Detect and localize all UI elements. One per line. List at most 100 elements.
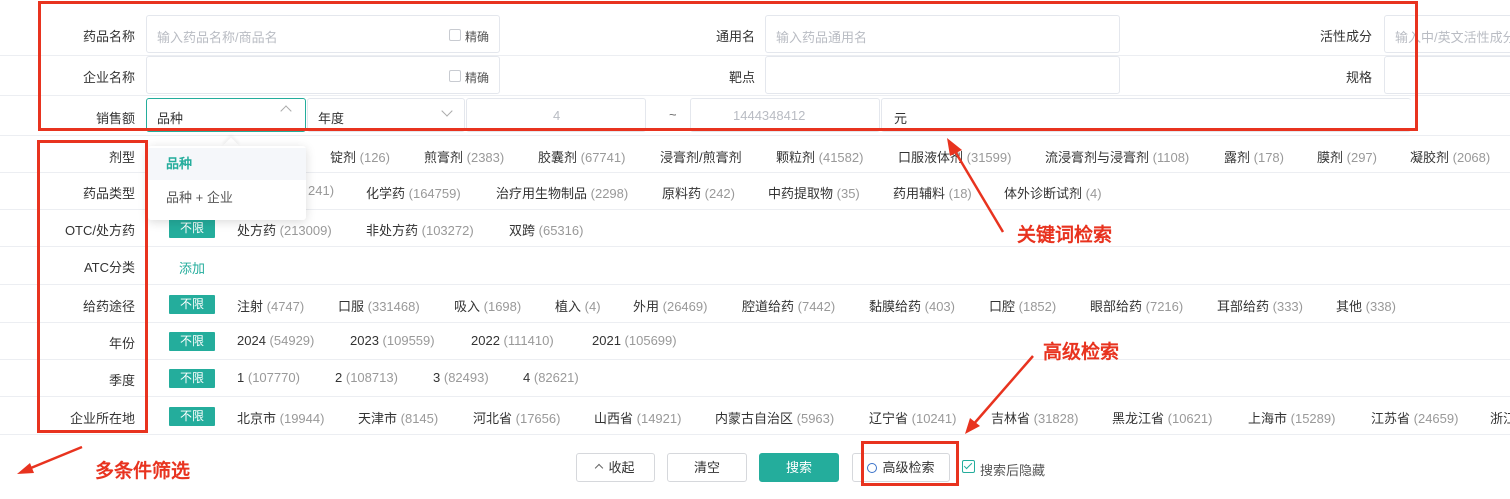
drug-type-option[interactable]: 化学药 (164759): [366, 183, 461, 202]
annotation-advanced-search: 高级检索: [1043, 342, 1120, 363]
spec-input[interactable]: [1384, 56, 1510, 94]
dosage-form-option[interactable]: 口服液体剂 (31599): [898, 147, 1011, 166]
location-option[interactable]: 天津市 (8145): [358, 408, 438, 427]
generic-name-input[interactable]: 输入药品通用名: [765, 15, 1120, 53]
drug-name-placeholder: 输入药品名称/商品名: [157, 30, 278, 45]
keyword-row-2: 企业名称 精确 靶点 规格: [0, 56, 1510, 96]
annotation-keyword-search: 关键词检索: [1017, 225, 1113, 246]
target-label: 靶点: [728, 70, 755, 85]
dosage-form-option[interactable]: 露剂 (178): [1224, 147, 1284, 166]
sales-max-value: 1444348412: [733, 108, 806, 123]
location-option[interactable]: 山西省 (14921): [594, 408, 681, 427]
clear-button[interactable]: 清空: [667, 453, 747, 482]
dosage-form-option[interactable]: 流浸膏剂与浸膏剂 (1108): [1045, 147, 1189, 166]
dosage-form-option[interactable]: 煎膏剂 (2383): [424, 147, 504, 166]
sales-year-select[interactable]: 年度: [307, 98, 465, 132]
company-name-exact-checkbox[interactable]: [449, 70, 461, 82]
unit-box: 元: [881, 98, 1411, 132]
arrow-filter-head: [17, 463, 34, 474]
drug-type-option[interactable]: 体外诊断试剂 (4): [1004, 183, 1102, 202]
chevron-up-icon: [280, 105, 292, 117]
chevron-down-icon: [441, 105, 453, 117]
route-option[interactable]: 其他 (338): [1336, 296, 1396, 315]
route-option[interactable]: 口腔 (1852): [989, 296, 1056, 315]
sales-type-value: 品种: [157, 111, 184, 126]
atc-add-link[interactable]: 添加: [179, 258, 205, 277]
route-option[interactable]: 口服 (331468): [338, 296, 420, 315]
route-option[interactable]: 外用 (26469): [633, 296, 707, 315]
quarter-option[interactable]: 2 (108713): [335, 370, 398, 385]
dosage-form-option[interactable]: 胶囊剂 (67741): [538, 147, 625, 166]
dropdown-item-variety-company[interactable]: 品种 + 企业: [148, 182, 306, 214]
otc-label: OTC/处方药: [64, 223, 135, 238]
quarter-option[interactable]: 4 (82621): [523, 370, 579, 385]
otc-option[interactable]: 双跨 (65316): [509, 220, 583, 239]
otc-option[interactable]: 处方药 (213009): [237, 220, 332, 239]
location-option[interactable]: 江苏省 (24659): [1371, 408, 1458, 427]
location-option[interactable]: 浙江: [1490, 408, 1510, 427]
quarter-option[interactable]: 1 (107770): [237, 370, 300, 385]
drug-type-option[interactable]: 治疗用生物制品 (2298): [496, 183, 628, 202]
dosage-form-option[interactable]: 膜剂 (297): [1317, 147, 1377, 166]
target-input[interactable]: [765, 56, 1120, 94]
route-all-tag[interactable]: 不限: [169, 295, 215, 314]
location-option[interactable]: 黑龙江省 (10621): [1112, 408, 1212, 427]
route-label: 给药途径: [82, 299, 135, 314]
dosage-form-option[interactable]: 锭剂 (126): [330, 147, 390, 166]
dropdown-item-variety[interactable]: 品种: [148, 148, 306, 180]
quarter-label: 季度: [108, 373, 135, 388]
spec-label: 规格: [1345, 70, 1372, 85]
drug-type-option[interactable]: 药用辅料 (18): [893, 183, 972, 202]
atc-label: ATC分类: [83, 260, 135, 275]
hide-after-search-checkbox[interactable]: [962, 460, 975, 473]
generic-name-placeholder: 输入药品通用名: [776, 30, 868, 45]
advanced-search-button[interactable]: 高级检索: [852, 453, 950, 482]
dosage-form-option[interactable]: 浸膏剂/煎膏剂: [660, 147, 742, 166]
year-all-tag[interactable]: 不限: [169, 332, 215, 351]
location-option[interactable]: 辽宁省 (10241): [869, 408, 956, 427]
year-option[interactable]: 2024 (54929): [237, 333, 314, 348]
location-option[interactable]: 北京市 (19944): [237, 408, 324, 427]
sales-type-select[interactable]: 品种: [146, 98, 306, 132]
active-ingredient-input[interactable]: 输入中/英文活性成分: [1384, 15, 1510, 53]
dosage-form-option[interactable]: 凝胶剂 (2068): [1410, 147, 1490, 166]
otc-option[interactable]: 非处方药 (103272): [366, 220, 474, 239]
route-option[interactable]: 植入 (4): [555, 296, 601, 315]
route-option[interactable]: 耳部给药 (333): [1217, 296, 1303, 315]
year-option[interactable]: 2022 (111410): [471, 333, 554, 348]
year-option[interactable]: 2021 (105699): [592, 333, 677, 348]
otc-all-tag[interactable]: 不限: [169, 219, 215, 238]
sales-type-dropdown: 品种 品种 + 企业: [148, 146, 306, 220]
location-option[interactable]: 吉林省 (31828): [991, 408, 1078, 427]
quarter-option[interactable]: 3 (82493): [433, 370, 489, 385]
sales-min-input[interactable]: 4: [466, 98, 646, 132]
quarter-all-tag[interactable]: 不限: [169, 369, 215, 388]
drug-name-exact-checkbox[interactable]: [449, 29, 461, 41]
drug-name-input[interactable]: 输入药品名称/商品名 精确: [146, 15, 500, 53]
route-option[interactable]: 黏膜给药 (403): [869, 296, 955, 315]
route-option[interactable]: 注射 (4747): [237, 296, 304, 315]
filter-atc: ATC分类 添加: [0, 247, 1510, 285]
location-option[interactable]: 河北省 (17656): [473, 408, 560, 427]
keyword-row-1: 药品名称 输入药品名称/商品名 精确 通用名 输入药品通用名 活性成分 输入中/…: [0, 0, 1510, 56]
drug-type-option[interactable]: 中药提取物 (35): [768, 183, 860, 202]
range-separator: ~: [669, 107, 677, 122]
drug-type-option[interactable]: 原料药 (242): [662, 183, 735, 202]
company-name-input[interactable]: 精确: [146, 56, 500, 94]
sales-max-input[interactable]: 1444348412: [690, 98, 880, 132]
route-option[interactable]: 吸入 (1698): [454, 296, 521, 315]
filter-location: 企业所在地 不限 北京市 (19944) 天津市 (8145) 河北省 (176…: [0, 397, 1510, 435]
collapse-button[interactable]: 收起: [576, 453, 655, 482]
year-option[interactable]: 2023 (109559): [350, 333, 435, 348]
search-button[interactable]: 搜索: [759, 453, 839, 482]
route-option[interactable]: 眼部给药 (7216): [1090, 296, 1183, 315]
generic-name-label: 通用名: [715, 29, 755, 44]
location-all-tag[interactable]: 不限: [169, 407, 215, 426]
route-option[interactable]: 腔道给药 (7442): [742, 296, 835, 315]
location-option[interactable]: 上海市 (15289): [1248, 408, 1335, 427]
active-ingredient-label: 活性成分: [1319, 29, 1372, 44]
active-ingredient-placeholder: 输入中/英文活性成分: [1395, 30, 1510, 45]
dosage-form-option[interactable]: 颗粒剂 (41582): [776, 147, 863, 166]
drug-type-option[interactable]: 241): [308, 183, 334, 198]
location-option[interactable]: 内蒙古自治区 (5963): [715, 408, 834, 427]
